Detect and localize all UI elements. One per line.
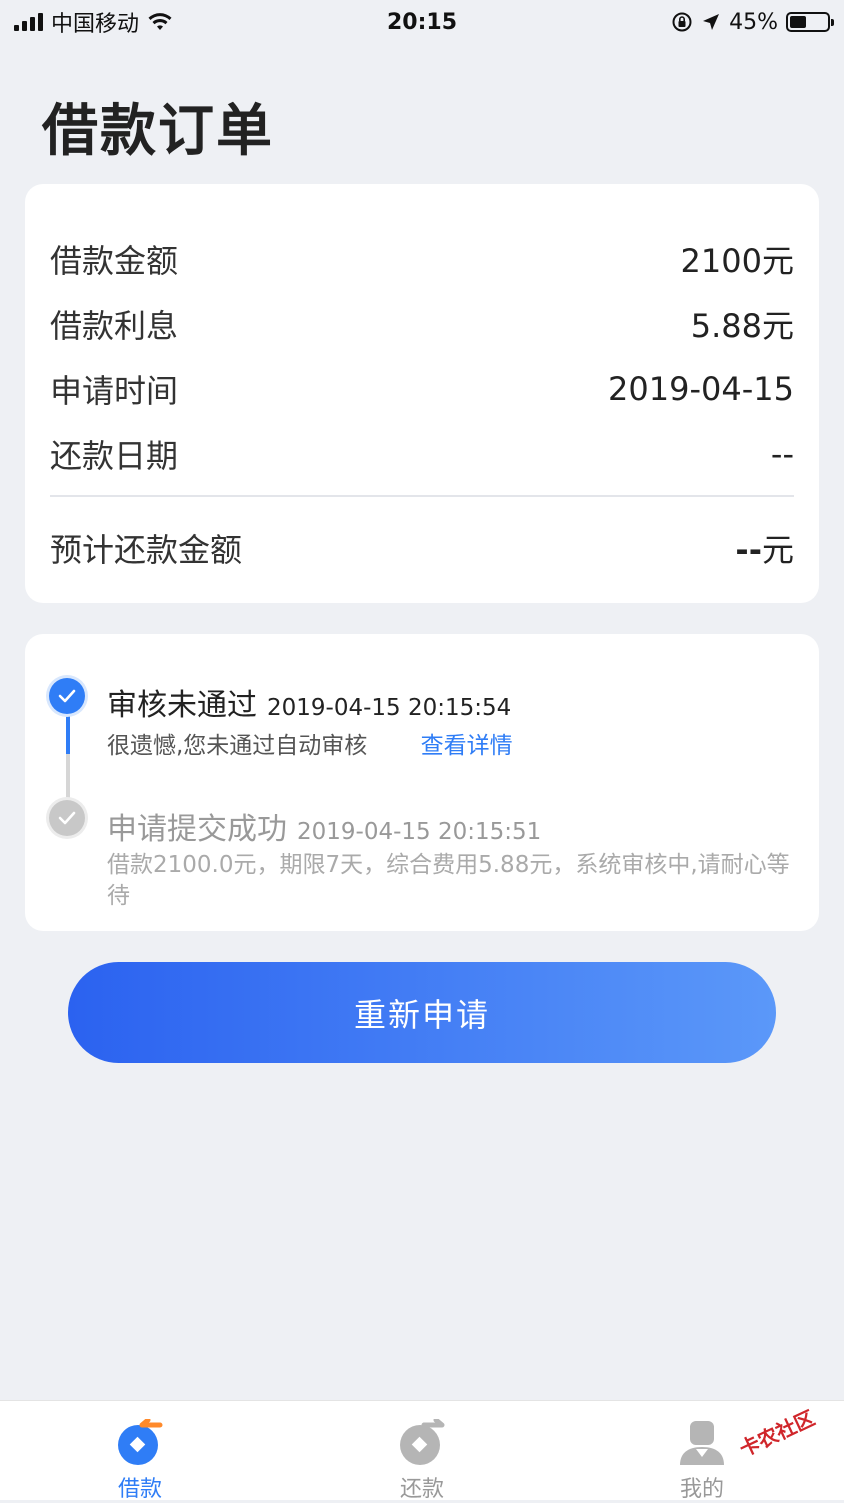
row-label: 借款利息 [50, 307, 179, 345]
signal-icon [14, 13, 43, 31]
step-desc-submitted: 借款2100.0元，期限7天，综合费用5.88元，系统审核中,请耐心等待 [107, 852, 790, 909]
step-title-submitted: 申请提交成功 2019-04-15 20:15:51 [107, 804, 541, 848]
status-timeline-card: 审核未通过 2019-04-15 20:15:54 很遗憾,您未通过自动审核 查看… [25, 634, 819, 931]
order-info-card: 借款金额 2100元 借款利息 5.88元 申请时间 2019-04-15 还款… [25, 184, 819, 603]
tab-label: 借款 [117, 1477, 162, 1502]
step-desc-rejected: 很遗憾,您未通过自动审核 查看详情 [107, 726, 513, 760]
row-value: --元 [735, 525, 794, 571]
row-value: 5.88元 [690, 307, 794, 345]
step-time: 2019-04-15 20:15:54 [267, 695, 512, 721]
row-interest: 借款利息 5.88元 [50, 301, 794, 347]
borrow-icon [116, 1417, 164, 1467]
rotation-lock-icon [672, 12, 692, 32]
status-right: 45% [671, 9, 834, 35]
carrier-label: 中国移动 [51, 12, 140, 37]
tab-label: 我的 [679, 1477, 724, 1502]
row-repay-date: 还款日期 -- [50, 431, 794, 477]
row-value: 2100元 [680, 242, 794, 280]
check-icon [49, 678, 85, 714]
row-label: 预计还款金额 [50, 531, 243, 569]
status-bar: 中国移动 20:15 45% [0, 0, 844, 44]
clock: 20:15 [386, 9, 458, 35]
tab-borrow[interactable]: 借款 [60, 1401, 220, 1502]
row-label: 借款金额 [50, 242, 179, 280]
battery-level [790, 16, 807, 28]
row-value: -- [770, 435, 794, 473]
row-label: 申请时间 [50, 372, 179, 410]
battery-percent: 45% [729, 9, 778, 35]
row-apply-time: 申请时间 2019-04-15 [50, 366, 794, 412]
divider [50, 495, 794, 497]
reapply-button[interactable]: 重新申请 [68, 962, 776, 1063]
profile-icon [678, 1419, 726, 1467]
row-expected-repay: 预计还款金额 --元 [50, 525, 794, 571]
tab-label: 还款 [399, 1477, 444, 1502]
timeline-line-inactive [66, 754, 70, 798]
status-left: 中国移动 [14, 6, 173, 38]
check-icon [49, 800, 85, 836]
step-title-rejected: 审核未通过 2019-04-15 20:15:54 [107, 680, 511, 724]
row-loan-amount: 借款金额 2100元 [50, 236, 794, 282]
view-details-link[interactable]: 查看详情 [421, 733, 513, 759]
timeline-line-active [66, 708, 70, 754]
row-value: 2019-04-15 [608, 370, 794, 408]
repay-icon [398, 1417, 446, 1467]
tab-repay[interactable]: 还款 [342, 1401, 502, 1502]
wifi-icon [148, 13, 172, 30]
row-label: 还款日期 [50, 437, 179, 475]
step-desc: 很遗憾,您未通过自动审核 [107, 733, 368, 759]
step-time: 2019-04-15 20:15:51 [297, 819, 542, 845]
battery-icon [786, 12, 834, 32]
step-title: 申请提交成功 [107, 812, 287, 847]
page-title: 借款订单 [42, 99, 274, 164]
tab-bar: 借款 还款 我的 [0, 1400, 844, 1502]
location-icon [703, 14, 720, 30]
expected-value-unit: 元 [761, 531, 794, 569]
expected-value-dash: -- [735, 531, 762, 569]
step-title: 审核未通过 [107, 688, 257, 723]
